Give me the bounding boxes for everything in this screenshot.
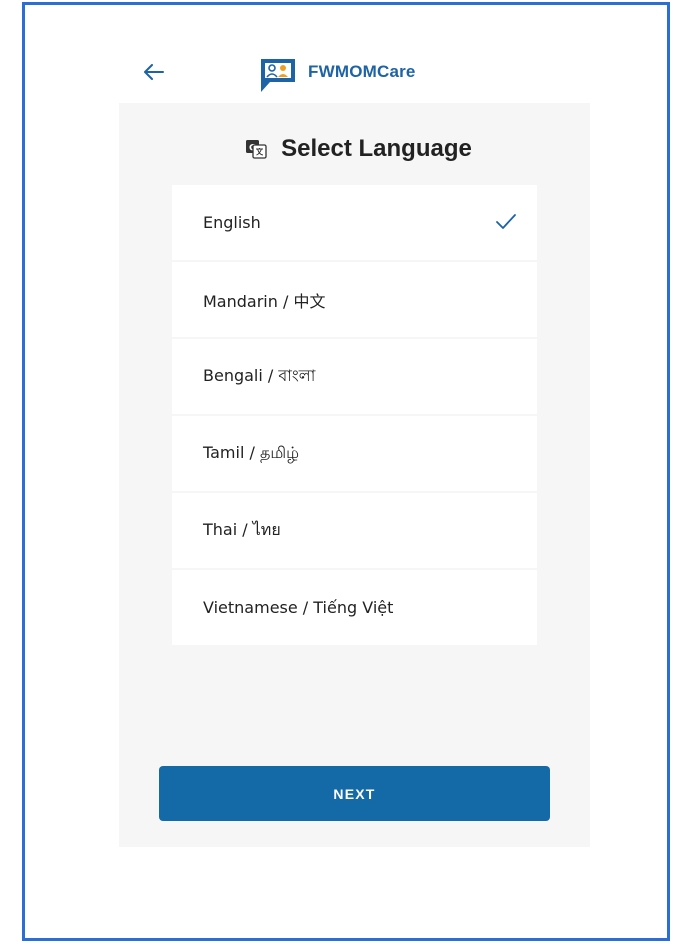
language-label: Tamil / தமிழ் [203,443,300,462]
language-label: Bengali / বাংলা [203,366,316,385]
next-button-label: NEXT [333,785,376,802]
language-panel: G Select Language English Mandarin / 中文 … [119,103,590,847]
language-list: English Mandarin / 中文 Bengali / বাংলা Ta… [172,185,537,647]
fwmomcare-logo-icon [261,59,295,92]
next-button[interactable]: NEXT [159,766,550,821]
back-button[interactable] [140,58,168,86]
language-label: Thai / ไทย [203,520,281,539]
arrow-left-icon [144,64,164,80]
app-header: FWMOMCare [0,0,674,100]
language-option-tamil[interactable]: Tamil / தமிழ் [172,416,537,491]
checkmark-icon [496,214,516,229]
language-option-vietnamese[interactable]: Vietnamese / Tiếng Việt [172,570,537,645]
language-option-thai[interactable]: Thai / ไทย [172,493,537,568]
language-label: Vietnamese / Tiếng Việt [203,598,394,617]
language-label: English [203,213,261,232]
page-title: Select Language [281,135,472,162]
language-option-bengali[interactable]: Bengali / বাংলা [172,339,537,414]
brand-name: FWMOMCare [308,62,416,81]
language-option-english[interactable]: English [172,185,537,260]
language-option-mandarin[interactable]: Mandarin / 中文 [172,262,537,337]
translate-icon: G [246,140,267,159]
language-label: Mandarin / 中文 [203,291,326,311]
title-row: G Select Language [119,131,590,167]
brand: FWMOMCare [258,55,416,95]
